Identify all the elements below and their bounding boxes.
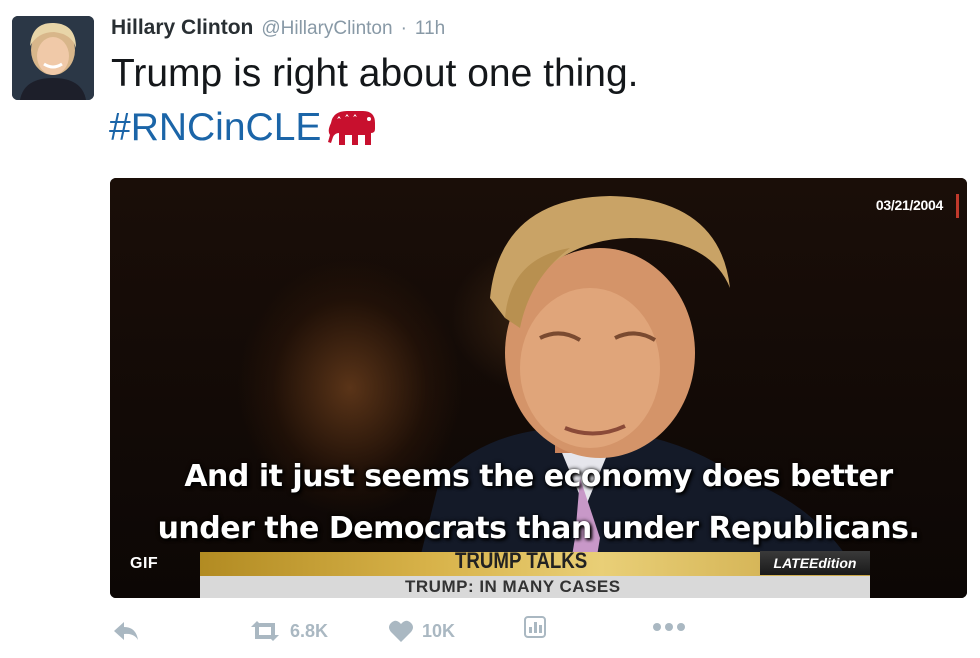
author-handle[interactable]: @HillaryClinton [261, 18, 392, 40]
retweet-button[interactable]: 6.8K [248, 619, 328, 643]
like-count: 10K [422, 620, 456, 641]
ticker-title: TRUMP TALKS [455, 548, 588, 573]
more-icon [653, 623, 685, 631]
retweet-icon [251, 621, 279, 641]
retweet-count: 6.8K [290, 620, 329, 641]
caption-line-2: under the Democrats than under Republica… [157, 511, 920, 546]
hashtag-link[interactable]: #RNCinCLE [109, 104, 321, 152]
analytics-button[interactable] [524, 616, 546, 638]
author-name[interactable]: Hillary Clinton [111, 16, 253, 40]
elephant-emoji-icon [328, 111, 376, 145]
meta-separator: · [400, 18, 407, 39]
more-options-button[interactable] [652, 622, 686, 632]
analytics-icon [524, 616, 546, 638]
avatar-portrait-icon [12, 16, 94, 100]
date-stamp-bar [956, 194, 959, 218]
ticker-subtitle: TRUMP: IN MANY CASES [405, 577, 621, 596]
like-button[interactable]: 10K [388, 619, 455, 643]
avatar[interactable] [12, 16, 94, 100]
gif-badge: GIF [130, 555, 159, 572]
reply-icon [114, 622, 138, 640]
tweet-timestamp[interactable]: 11h [415, 18, 445, 40]
caption-line-1: And it just seems the economy does bette… [184, 459, 893, 494]
gif-media[interactable]: 03/21/2004 And it just seems the economy… [110, 178, 967, 598]
tweet-header: Hillary Clinton @HillaryClinton · 11h [111, 16, 445, 44]
reply-button[interactable] [112, 620, 140, 642]
tweet-text: Trump is right about one thing. [111, 52, 639, 95]
heart-icon [389, 620, 413, 642]
hashtag-line: #RNCinCLE [109, 104, 379, 152]
ticker-brand: LATEEdition [760, 551, 870, 575]
date-stamp: 03/21/2004 [875, 197, 943, 213]
